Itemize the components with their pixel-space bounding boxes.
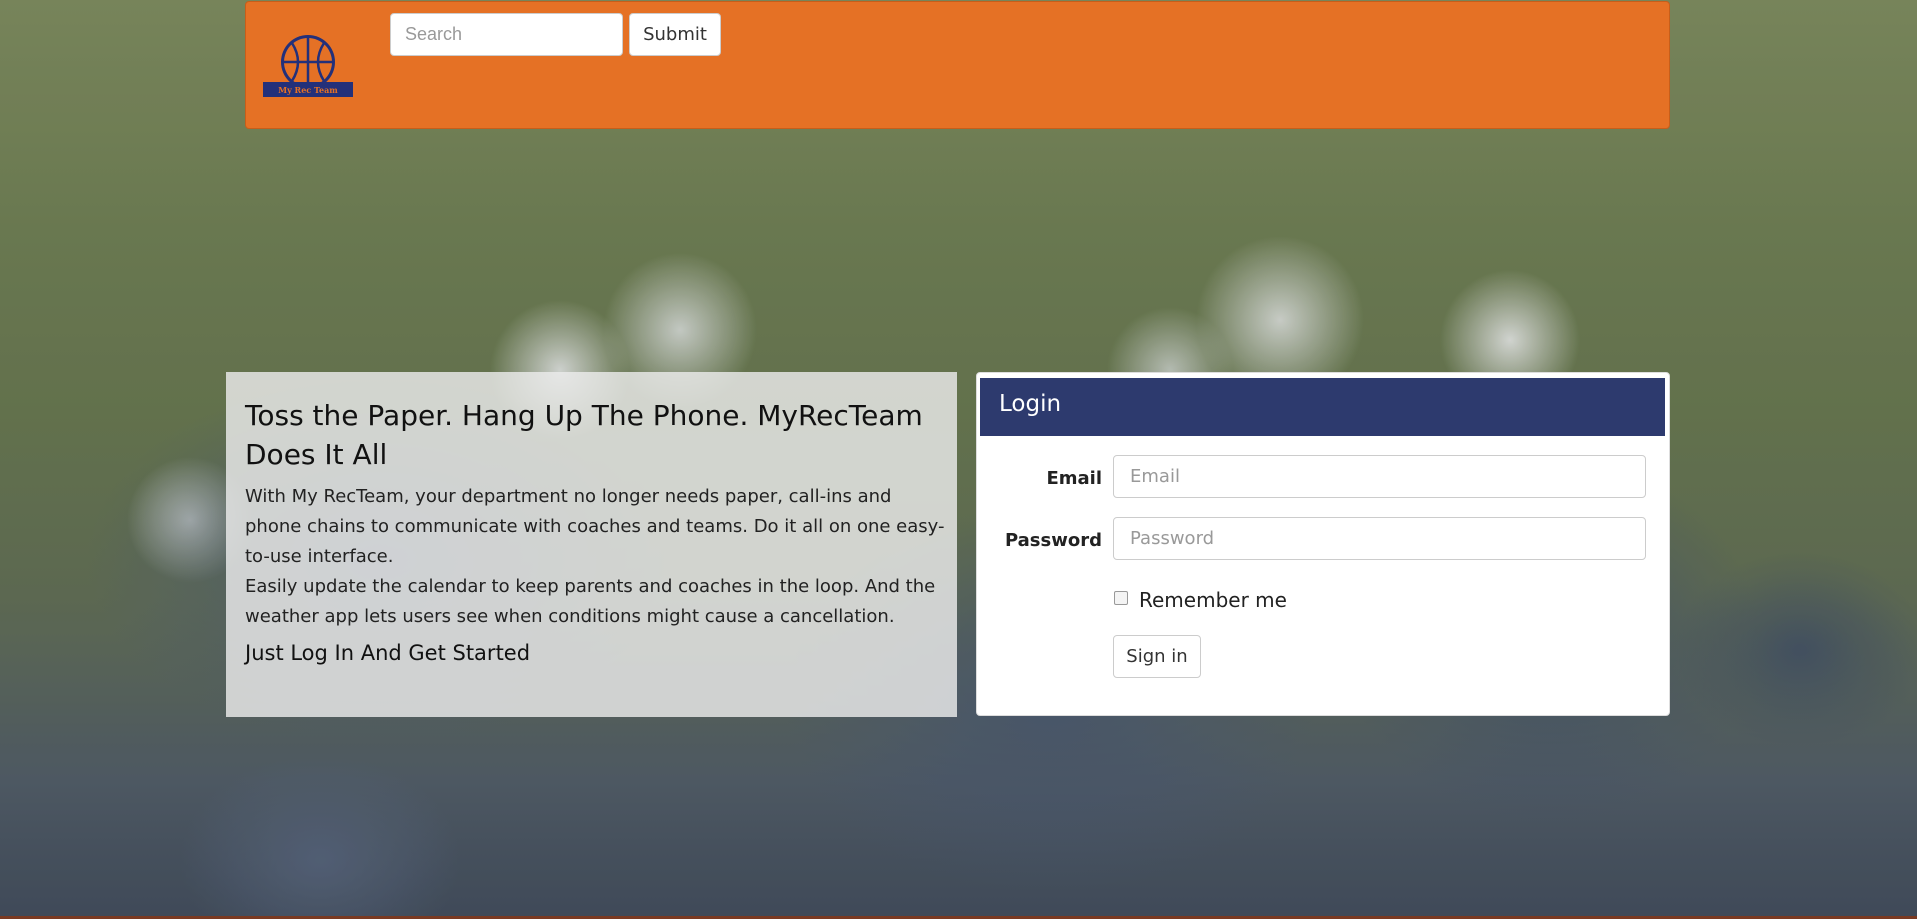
- password-field[interactable]: [1113, 517, 1646, 560]
- remember-me-label[interactable]: Remember me: [1139, 588, 1287, 612]
- remember-me-checkbox[interactable]: [1114, 591, 1128, 605]
- login-panel: Login Email Password Remember me Sign in: [976, 372, 1670, 716]
- email-label: Email: [1046, 468, 1102, 489]
- my-rec-team-logo[interactable]: My Rec Team: [262, 32, 354, 100]
- search-input[interactable]: [390, 13, 623, 56]
- intro-panel: Toss the Paper. Hang Up The Phone. MyRec…: [226, 372, 957, 717]
- login-title: Login: [980, 378, 1665, 436]
- svg-text:My Rec Team: My Rec Team: [278, 85, 338, 95]
- intro-paragraph-1: With My RecTeam, your department no long…: [245, 486, 945, 567]
- email-field[interactable]: [1113, 455, 1646, 498]
- intro-headline: Toss the Paper. Hang Up The Phone. MyRec…: [245, 399, 923, 471]
- sign-in-button[interactable]: Sign in: [1113, 635, 1201, 678]
- basketball-logo-icon: My Rec Team: [263, 35, 353, 97]
- top-navbar: My Rec Team Submit: [245, 1, 1670, 129]
- intro-cta: Just Log In And Get Started: [245, 641, 531, 665]
- submit-button[interactable]: Submit: [629, 13, 721, 56]
- intro-paragraph-2: Easily update the calendar to keep paren…: [245, 576, 936, 627]
- password-label: Password: [1004, 530, 1102, 551]
